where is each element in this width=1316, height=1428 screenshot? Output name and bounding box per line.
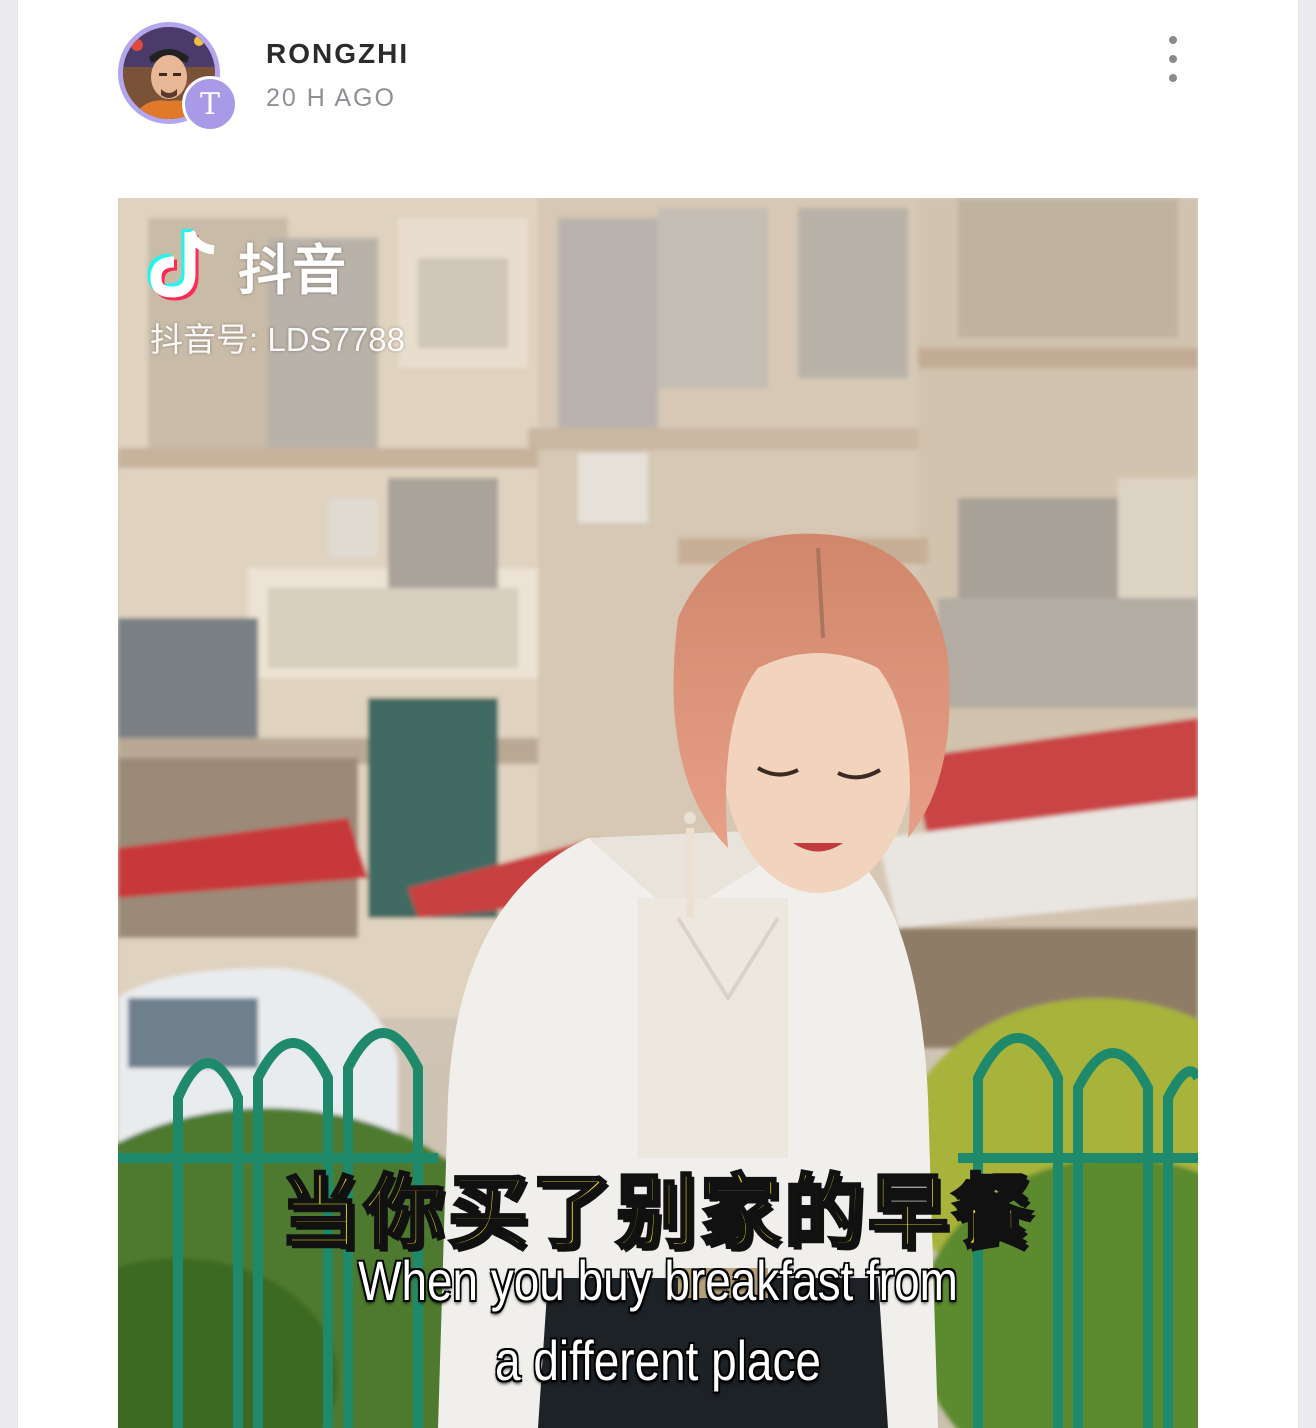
- post-video[interactable]: 抖音 抖音号: LDS7788 当你买了别家的早餐 When you buy b…: [118, 198, 1198, 1428]
- douyin-watermark: 抖音 抖音号: LDS7788: [150, 226, 405, 361]
- author-badge: T: [182, 76, 238, 132]
- watermark-app-name: 抖音: [238, 241, 346, 301]
- post-timestamp: 20 H AGO: [266, 84, 396, 112]
- post-header: T RONGZHI 20 H AGO: [118, 22, 1198, 142]
- author-name[interactable]: RONGZHI: [266, 38, 409, 70]
- more-vertical-icon: [1169, 36, 1177, 44]
- subtitle-chinese: 当你买了别家的早餐: [279, 1167, 1036, 1259]
- douyin-logo-icon-space: [150, 228, 226, 304]
- author-avatar[interactable]: T: [118, 22, 238, 132]
- subtitle-english-line-2: a different place: [495, 1329, 821, 1392]
- more-options-button[interactable]: [1158, 36, 1188, 82]
- more-vertical-icon-dot: [1169, 55, 1177, 63]
- watermark-account-id: 抖音号: LDS7788: [150, 321, 405, 358]
- subtitle-english-line-1: When you buy breakfast from: [358, 1249, 958, 1312]
- post-card: T RONGZHI 20 H AGO 抖音 抖音号: LDS7788 当你买了别…: [18, 0, 1298, 1428]
- more-vertical-icon-dot: [1169, 74, 1177, 82]
